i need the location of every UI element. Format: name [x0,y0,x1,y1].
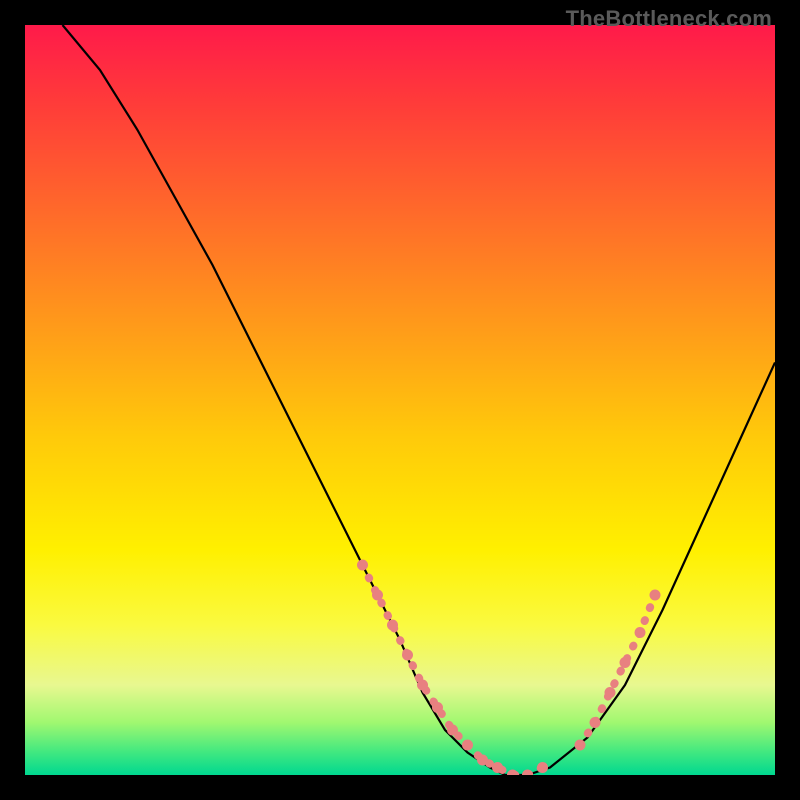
marker-dot [522,770,533,776]
marker-dot [650,590,661,601]
marker-dot [447,725,458,736]
marker-dot [372,590,383,601]
chart-frame: TheBottleneck.com [0,0,800,800]
marker-dot [492,762,503,773]
marker-dot [432,702,443,713]
marker-dot [477,755,488,766]
marker-dot [357,560,368,571]
right-marker-segment [575,590,661,751]
marker-stroke [363,565,543,775]
curve-svg [25,25,775,775]
marker-dot [590,717,601,728]
marker-dot [605,687,616,698]
marker-dot [620,657,631,668]
watermark: TheBottleneck.com [566,6,772,32]
marker-dot [507,770,518,776]
marker-dot [462,740,473,751]
marker-dot [575,740,586,751]
marker-dot [387,620,398,631]
left-marker-segment [357,560,548,776]
plot-area [25,25,775,775]
marker-dot [402,650,413,661]
marker-dot [635,627,646,638]
marker-dot [537,762,548,773]
marker-dot [417,680,428,691]
bottleneck-curve [63,25,776,775]
